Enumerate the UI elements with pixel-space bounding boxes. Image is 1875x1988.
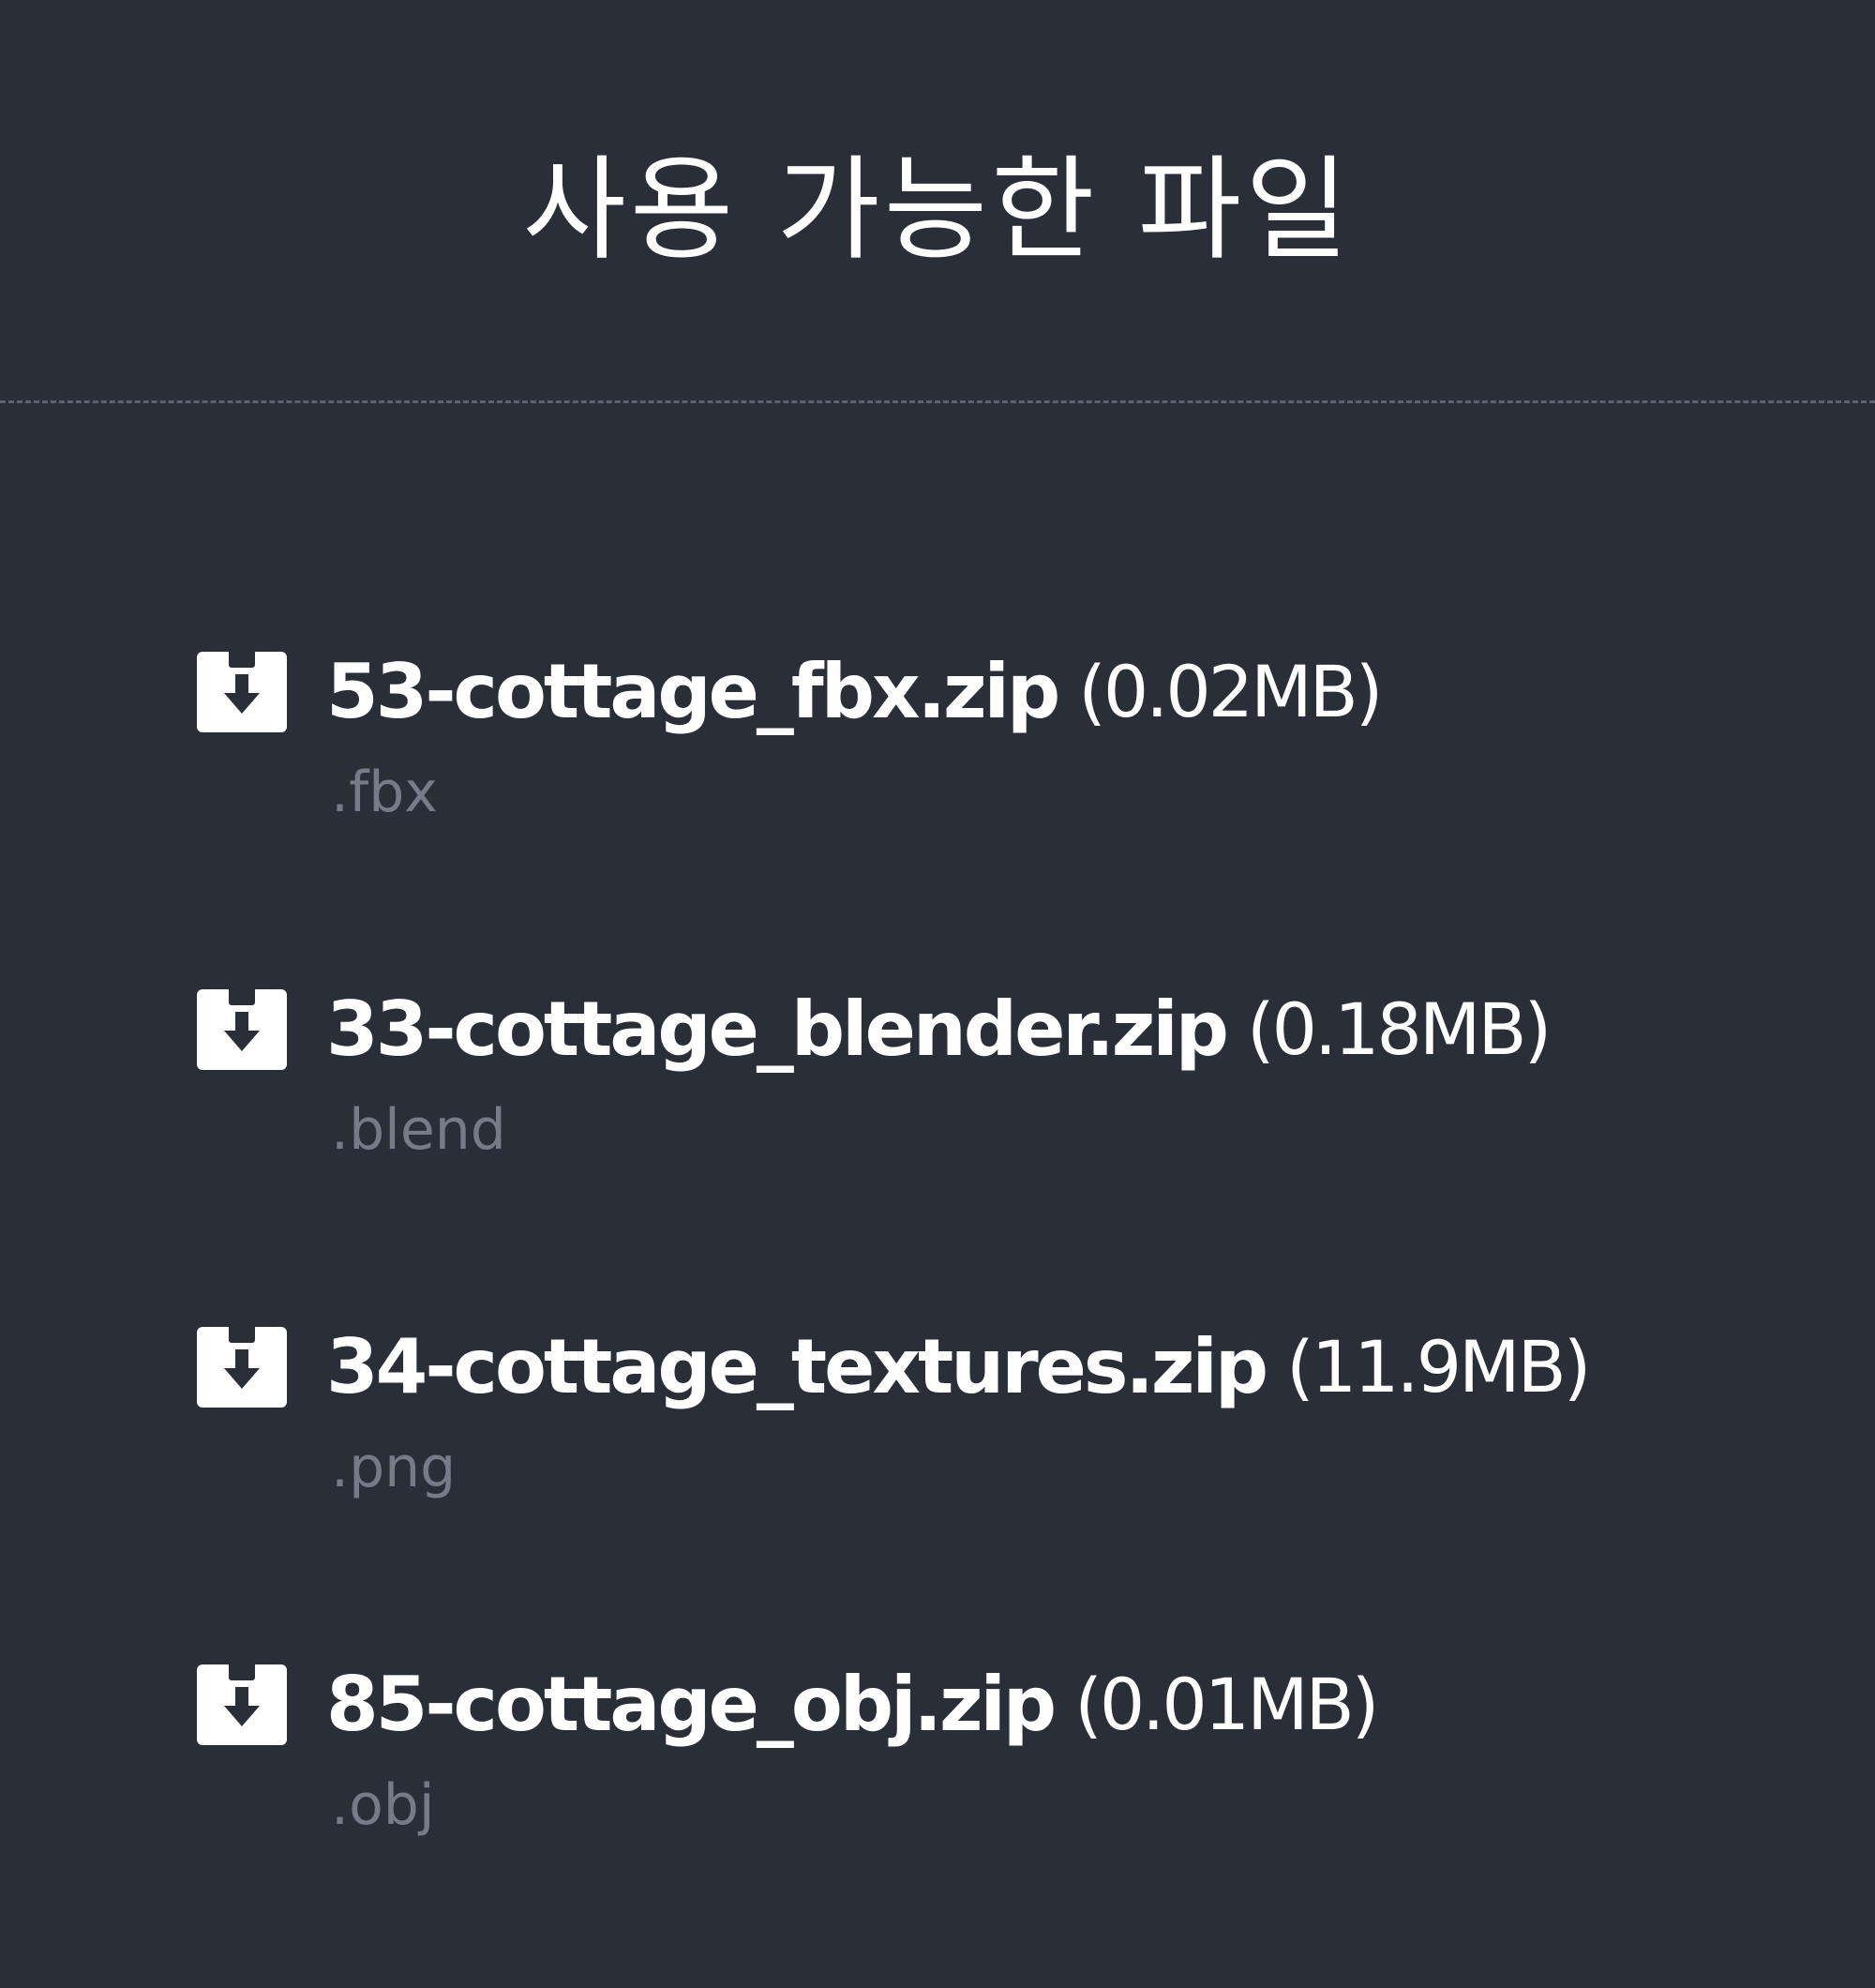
file-extension: .fbx [331, 760, 438, 825]
download-icon[interactable] [197, 1664, 287, 1745]
file-size: (11.9MB) [1286, 1325, 1591, 1408]
download-icon[interactable] [197, 651, 287, 732]
file-size: (0.18MB) [1247, 987, 1552, 1071]
file-download-link[interactable]: 34-cottage_textures.zip (11.9MB) [197, 1313, 1847, 1421]
file-size: (0.01MB) [1074, 1663, 1379, 1746]
file-name[interactable]: 33-cottage_blender.zip [326, 986, 1229, 1073]
file-extension: .png [331, 1435, 457, 1500]
file-extension: .blend [331, 1097, 506, 1163]
file-download-link[interactable]: 33-cottage_blender.zip (0.18MB) [197, 975, 1847, 1083]
file-name[interactable]: 53-cottage_fbx.zip [326, 648, 1060, 735]
file-name[interactable]: 34-cottage_textures.zip [326, 1323, 1268, 1410]
file-item: 85-cottage_obj.zip (0.01MB) .obj [197, 1650, 1847, 1988]
file-item: 34-cottage_textures.zip (11.9MB) .png [197, 1313, 1847, 1650]
file-name[interactable]: 85-cottage_obj.zip [326, 1661, 1057, 1748]
file-extension: .obj [331, 1772, 435, 1838]
file-item: 53-cottage_fbx.zip (0.02MB) .fbx [197, 638, 1847, 975]
dashed-divider [0, 400, 1875, 403]
available-files-panel: 사용 가능한 파일 53-cottage_fbx.zip (0.02MB) .f… [0, 0, 1875, 1898]
download-icon[interactable] [197, 1326, 287, 1408]
file-size: (0.02MB) [1078, 650, 1383, 733]
page-title: 사용 가능한 파일 [522, 145, 1353, 276]
download-icon[interactable] [197, 988, 287, 1070]
file-download-link[interactable]: 53-cottage_fbx.zip (0.02MB) [197, 638, 1847, 746]
file-download-link[interactable]: 85-cottage_obj.zip (0.01MB) [197, 1650, 1847, 1758]
file-list: 53-cottage_fbx.zip (0.02MB) .fbx 33-cott… [197, 638, 1847, 1988]
file-item: 33-cottage_blender.zip (0.18MB) .blend [197, 975, 1847, 1313]
